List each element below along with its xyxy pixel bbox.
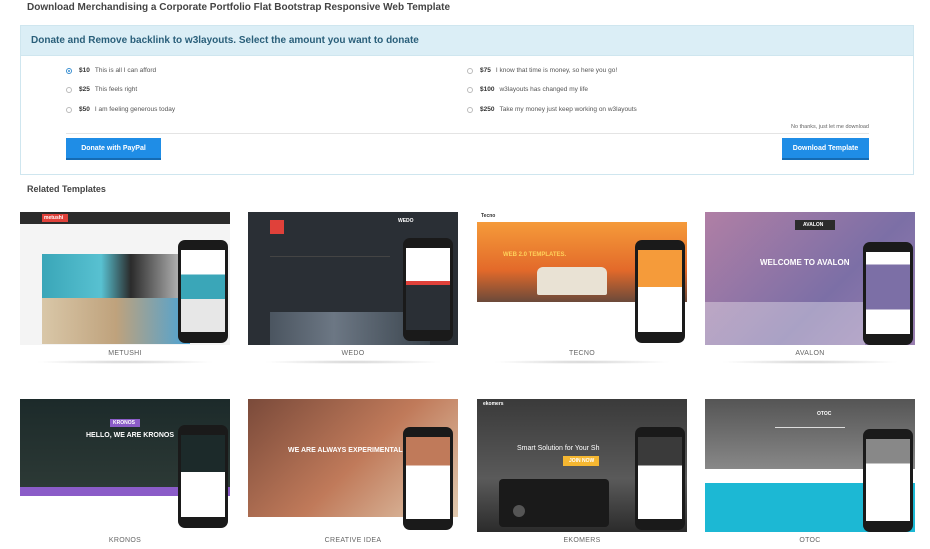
template-tagline: Smart Solution for Your Sh [517, 445, 600, 452]
template-name[interactable]: OTOC [705, 537, 915, 544]
card-shadow [720, 360, 900, 364]
template-logo: OTOC [817, 411, 832, 417]
template-name[interactable]: METUSHI [20, 350, 230, 357]
template-thumbnail[interactable]: Tecno WEB 2.0 TEMPLATES. [477, 212, 687, 345]
related-templates-title: Related Templates [27, 184, 106, 194]
template-logo: KRONOS [113, 420, 135, 426]
radio-button[interactable] [467, 86, 473, 93]
donate-option-25[interactable]: $25 This feels right [66, 86, 137, 93]
radio-button[interactable] [66, 106, 72, 113]
template-tagline: WELCOME TO AVALON [760, 258, 850, 267]
donate-option-text: w3layouts has changed my life [499, 86, 588, 93]
phone-mockup [863, 429, 913, 532]
template-logo: ekomers [483, 401, 504, 407]
donate-amount: $75 [480, 67, 491, 74]
page-title: Download Merchandising a Corporate Portf… [27, 2, 451, 13]
phone-mockup [403, 238, 453, 341]
template-thumbnail[interactable]: OTOC [705, 399, 915, 532]
phone-mockup [863, 242, 913, 345]
card-shadow [492, 360, 672, 364]
card-shadow [263, 360, 443, 364]
donate-option-text: I am feeling generous today [94, 106, 176, 113]
template-thumbnail[interactable]: WEDO [248, 212, 458, 345]
template-name[interactable]: CREATIVE IDEA [248, 537, 458, 544]
template-thumbnail[interactable]: ekomers Smart Solution for Your Sh JOIN … [477, 399, 687, 532]
divider [66, 133, 869, 134]
donate-amount: $250 [480, 106, 495, 113]
donate-paypal-button[interactable]: Donate with PayPal [66, 138, 161, 160]
template-tagline: WE ARE ALWAYS EXPERIMENTAL [288, 447, 403, 454]
template-logo: AVALON [803, 222, 824, 228]
phone-mockup [635, 240, 685, 343]
radio-button[interactable] [467, 67, 473, 74]
phone-mockup [635, 427, 685, 530]
donate-header: Donate and Remove backlink to w3layouts.… [21, 26, 913, 56]
template-thumbnail[interactable]: WE ARE ALWAYS EXPERIMENTAL [248, 399, 458, 532]
donate-option-text: This is all I can afford [94, 67, 157, 74]
donate-option-250[interactable]: $250 Take my money just keep working on … [467, 106, 637, 113]
template-logo: WEDO [398, 218, 414, 224]
template-thumbnail[interactable]: AVALON WELCOME TO AVALON [705, 212, 915, 345]
donate-amount: $10 [79, 67, 90, 74]
radio-button[interactable] [66, 67, 72, 74]
donate-amount: $25 [79, 86, 90, 93]
phone-mockup [403, 427, 453, 530]
donate-amount: $50 [79, 106, 90, 113]
no-thanks-link[interactable]: No thanks, just let me download [791, 124, 869, 130]
donate-panel: Donate and Remove backlink to w3layouts.… [20, 25, 914, 175]
phone-mockup [178, 425, 228, 528]
donate-option-10[interactable]: $10 This is all I can afford [66, 67, 156, 74]
template-name[interactable]: WEDO [248, 350, 458, 357]
donate-option-text: I know that time is money, so here you g… [495, 67, 618, 74]
template-logo: metushi [44, 215, 64, 221]
template-name[interactable]: TECNO [477, 350, 687, 357]
phone-mockup [178, 240, 228, 343]
card-shadow [35, 360, 215, 364]
radio-button[interactable] [467, 106, 473, 113]
donate-option-100[interactable]: $100 w3layouts has changed my life [467, 86, 588, 93]
template-logo: Tecno [481, 213, 496, 219]
download-template-button[interactable]: Download Template [782, 138, 869, 160]
template-name[interactable]: EKOMERS [477, 537, 687, 544]
template-thumbnail[interactable]: metushi [20, 212, 230, 345]
donate-option-50[interactable]: $50 I am feeling generous today [66, 106, 175, 113]
donate-option-75[interactable]: $75 I know that time is money, so here y… [467, 67, 617, 74]
template-tagline: HELLO, WE ARE KRONOS [86, 432, 175, 439]
donate-option-text: This feels right [94, 86, 138, 93]
radio-button[interactable] [66, 86, 72, 93]
template-name[interactable]: KRONOS [20, 537, 230, 544]
template-tagline: WEB 2.0 TEMPLATES. [503, 252, 567, 258]
donate-amount: $100 [480, 86, 495, 93]
template-name[interactable]: AVALON [705, 350, 915, 357]
join-now-button[interactable]: JOIN NOW [569, 458, 594, 464]
template-thumbnail[interactable]: KRONOS HELLO, WE ARE KRONOS [20, 399, 230, 532]
donate-option-text: Take my money just keep working on w3lay… [499, 106, 637, 113]
